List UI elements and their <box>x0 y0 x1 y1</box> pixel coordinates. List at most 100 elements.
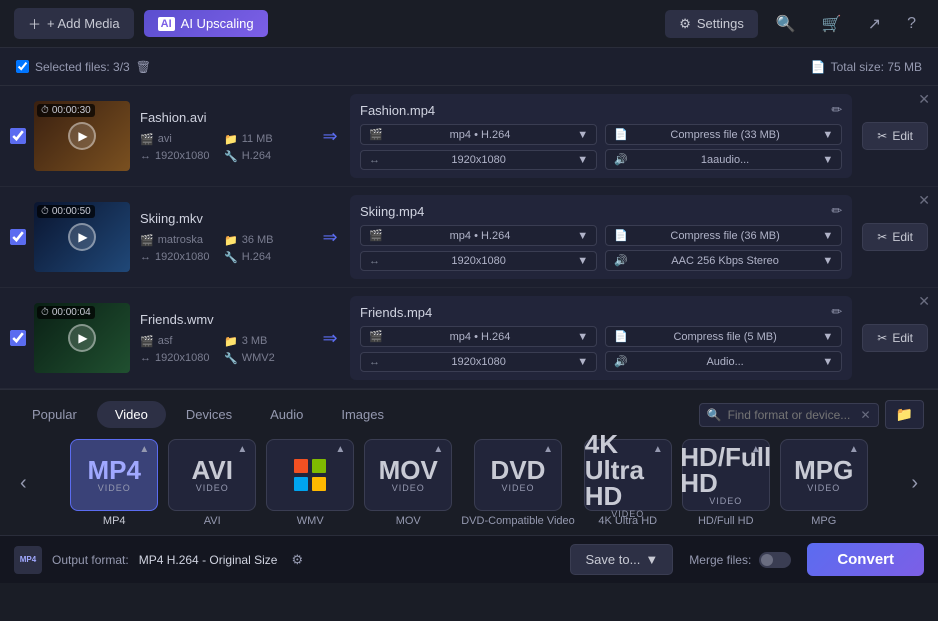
cart-button[interactable]: 🛒 <box>814 10 850 38</box>
format-dropdown-icon: 🎬 <box>369 128 383 141</box>
output-resolution-dropdown[interactable]: ↔ 1920x1080 ▼ <box>360 251 597 271</box>
output-compress-dropdown[interactable]: 📄 Compress file (5 MB) ▼ <box>605 326 842 347</box>
format-icon-box: ▲ <box>266 439 354 511</box>
file-close-button[interactable]: ✕ <box>918 92 930 106</box>
thumbnail[interactable]: ⏱ 00:00:50 ▶ <box>34 202 130 272</box>
search-button[interactable]: 🔍 <box>768 10 804 38</box>
output-audio-dropdown[interactable]: 🔊 1aaudio... ▼ <box>605 149 842 170</box>
ai-icon: AI <box>158 17 175 31</box>
search-clear-icon[interactable]: ✕ <box>861 408 871 422</box>
format-icon-sub: VIDEO <box>501 483 534 493</box>
file-list: ✕ ⏱ 00:00:30 ▶ Fashion.avi 🎬 avi 📁 11 MB <box>0 86 938 389</box>
play-button[interactable]: ▶ <box>68 122 96 150</box>
compress-icon: 📄 <box>614 330 628 343</box>
codec-icon: 🔧 <box>224 251 238 264</box>
chevron-down-icon4: ▼ <box>822 154 833 166</box>
file-close-button[interactable]: ✕ <box>918 294 930 308</box>
edit-filename-icon[interactable]: ✏ <box>831 304 842 320</box>
format-item-wmv[interactable]: ▲ WMV <box>265 439 355 527</box>
resolution-meta: ↔ 1920x1080 <box>140 352 216 365</box>
output-settings-gear[interactable]: ⚙ <box>291 552 303 568</box>
format-item-mpg[interactable]: ▲ MPG VIDEO MPG <box>779 439 869 527</box>
format-item-mov[interactable]: ▲ MOV VIDEO MOV <box>363 439 453 527</box>
tab-images[interactable]: Images <box>323 401 402 428</box>
save-to-button[interactable]: Save to... ▼ <box>570 544 673 575</box>
tab-video[interactable]: Video <box>97 401 166 428</box>
format-arrow-icon: ▲ <box>139 444 149 455</box>
thumbnail[interactable]: ⏱ 00:00:30 ▶ <box>34 101 130 171</box>
carousel-next-button[interactable]: › <box>905 472 924 495</box>
add-media-button[interactable]: ＋ + Add Media <box>14 8 134 39</box>
tab-popular[interactable]: Popular <box>14 401 95 428</box>
share-button[interactable]: ↗ <box>860 10 889 38</box>
output-compress-dropdown[interactable]: 📄 Compress file (33 MB) ▼ <box>605 124 842 145</box>
edit-button[interactable]: ✂ Edit <box>862 223 928 251</box>
output-area: Friends.mp4 ✏ 🎬 mp4 • H.264 ▼ 📄 Compress… <box>350 296 852 380</box>
toggle-knob <box>761 554 773 566</box>
edit-button[interactable]: ✂ Edit <box>862 324 928 352</box>
bottom-right: Save to... ▼ Merge files: Convert <box>570 543 924 576</box>
select-all-checkbox[interactable] <box>16 60 29 73</box>
convert-button[interactable]: Convert <box>807 543 924 576</box>
toolbar: ＋ + Add Media AI AI Upscaling ⚙ Settings… <box>0 0 938 48</box>
format-carousel: ‹ ▲ MP4 VIDEO MP4 ▲ AVI VIDEO AVI ▲ <box>14 439 924 535</box>
output-format-dropdown[interactable]: 🎬 mp4 • H.264 ▼ <box>360 124 597 145</box>
chevron-down-icon3: ▼ <box>577 154 588 166</box>
folder-icon: 📁 <box>896 406 913 422</box>
edit-filename-icon[interactable]: ✏ <box>831 102 842 118</box>
output-format-dropdown[interactable]: 🎬 mp4 • H.264 ▼ <box>360 225 597 246</box>
output-name: Friends.mp4 <box>360 305 432 320</box>
play-button[interactable]: ▶ <box>68 223 96 251</box>
output-audio-text: AAC 256 Kbps Stereo <box>671 255 779 267</box>
tab-devices[interactable]: Devices <box>168 401 250 428</box>
output-audio-text: Audio... <box>706 356 743 368</box>
file-close-button[interactable]: ✕ <box>918 193 930 207</box>
format-item-4k[interactable]: ▲ 4K Ultra HD VIDEO 4K Ultra HD <box>583 439 673 527</box>
arrow-area: ⇒ <box>310 126 350 147</box>
play-button[interactable]: ▶ <box>68 324 96 352</box>
edit-button[interactable]: ✂ Edit <box>862 122 928 150</box>
format-search-input[interactable] <box>699 403 879 427</box>
output-audio-dropdown[interactable]: 🔊 Audio... ▼ <box>605 351 842 372</box>
format-item-avi[interactable]: ▲ AVI VIDEO AVI <box>167 439 257 527</box>
resolution-icon: ↔ <box>140 251 151 263</box>
merge-files-toggle[interactable] <box>759 552 791 568</box>
carousel-prev-button[interactable]: ‹ <box>14 472 33 495</box>
chevron-down-icon3: ▼ <box>577 356 588 368</box>
audio-icon: 🔊 <box>614 254 628 267</box>
settings-button[interactable]: ⚙ Settings <box>665 10 758 38</box>
output-audio-dropdown[interactable]: 🔊 AAC 256 Kbps Stereo ▼ <box>605 250 842 271</box>
format-item-mp4[interactable]: ▲ MP4 VIDEO MP4 <box>69 439 159 527</box>
file-checkbox[interactable] <box>10 330 26 346</box>
output-resolution-dropdown[interactable]: ↔ 1920x1080 ▼ <box>360 150 597 170</box>
output-format-row: 🎬 mp4 • H.264 ▼ 📄 Compress file (36 MB) … <box>360 225 842 246</box>
ai-upscaling-button[interactable]: AI AI Upscaling <box>144 10 268 37</box>
thumbnail[interactable]: ⏱ 00:00:04 ▶ <box>34 303 130 373</box>
output-format-dropdown[interactable]: 🎬 mp4 • H.264 ▼ <box>360 326 597 347</box>
resolution-meta: ↔ 1920x1080 <box>140 150 216 163</box>
tab-audio[interactable]: Audio <box>252 401 321 428</box>
format-icon-text: MOV <box>379 457 438 483</box>
delete-icon[interactable]: 🗑 <box>136 60 151 74</box>
format-icon-box: ▲ AVI VIDEO <box>168 439 256 511</box>
output-format-value: MP4 H.264 - Original Size <box>139 553 278 567</box>
edit-filename-icon[interactable]: ✏ <box>831 203 842 219</box>
format-icon-text: 4K Ultra HD <box>585 431 671 509</box>
chevron-down-icon3: ▼ <box>577 255 588 267</box>
help-icon: ? <box>907 15 916 32</box>
output-format-text: mp4 • H.264 <box>450 129 511 141</box>
save-folder-button[interactable]: 📁 <box>885 400 924 429</box>
file-checkbox[interactable] <box>10 128 26 144</box>
file-row: ✕ ⏱ 00:00:04 ▶ Friends.wmv 🎬 asf 📁 3 MB <box>0 288 938 389</box>
help-button[interactable]: ? <box>899 11 924 37</box>
format-item-hd[interactable]: ▲ HD/Full HD VIDEO HD/Full HD <box>681 439 771 527</box>
clock-icon: ⏱ <box>41 105 49 116</box>
format-item-dvd[interactable]: ▲ DVD VIDEO DVD-Compatible Video <box>461 439 575 527</box>
output-compress-dropdown[interactable]: 📄 Compress file (36 MB) ▼ <box>605 225 842 246</box>
format-items: ▲ MP4 VIDEO MP4 ▲ AVI VIDEO AVI ▲ W <box>33 439 906 527</box>
settings-icon: ⚙ <box>679 16 691 32</box>
format-arrow-icon: ▲ <box>433 444 443 455</box>
file-checkbox[interactable] <box>10 229 26 245</box>
format-arrow-icon: ▲ <box>237 444 247 455</box>
output-resolution-dropdown[interactable]: ↔ 1920x1080 ▼ <box>360 352 597 372</box>
